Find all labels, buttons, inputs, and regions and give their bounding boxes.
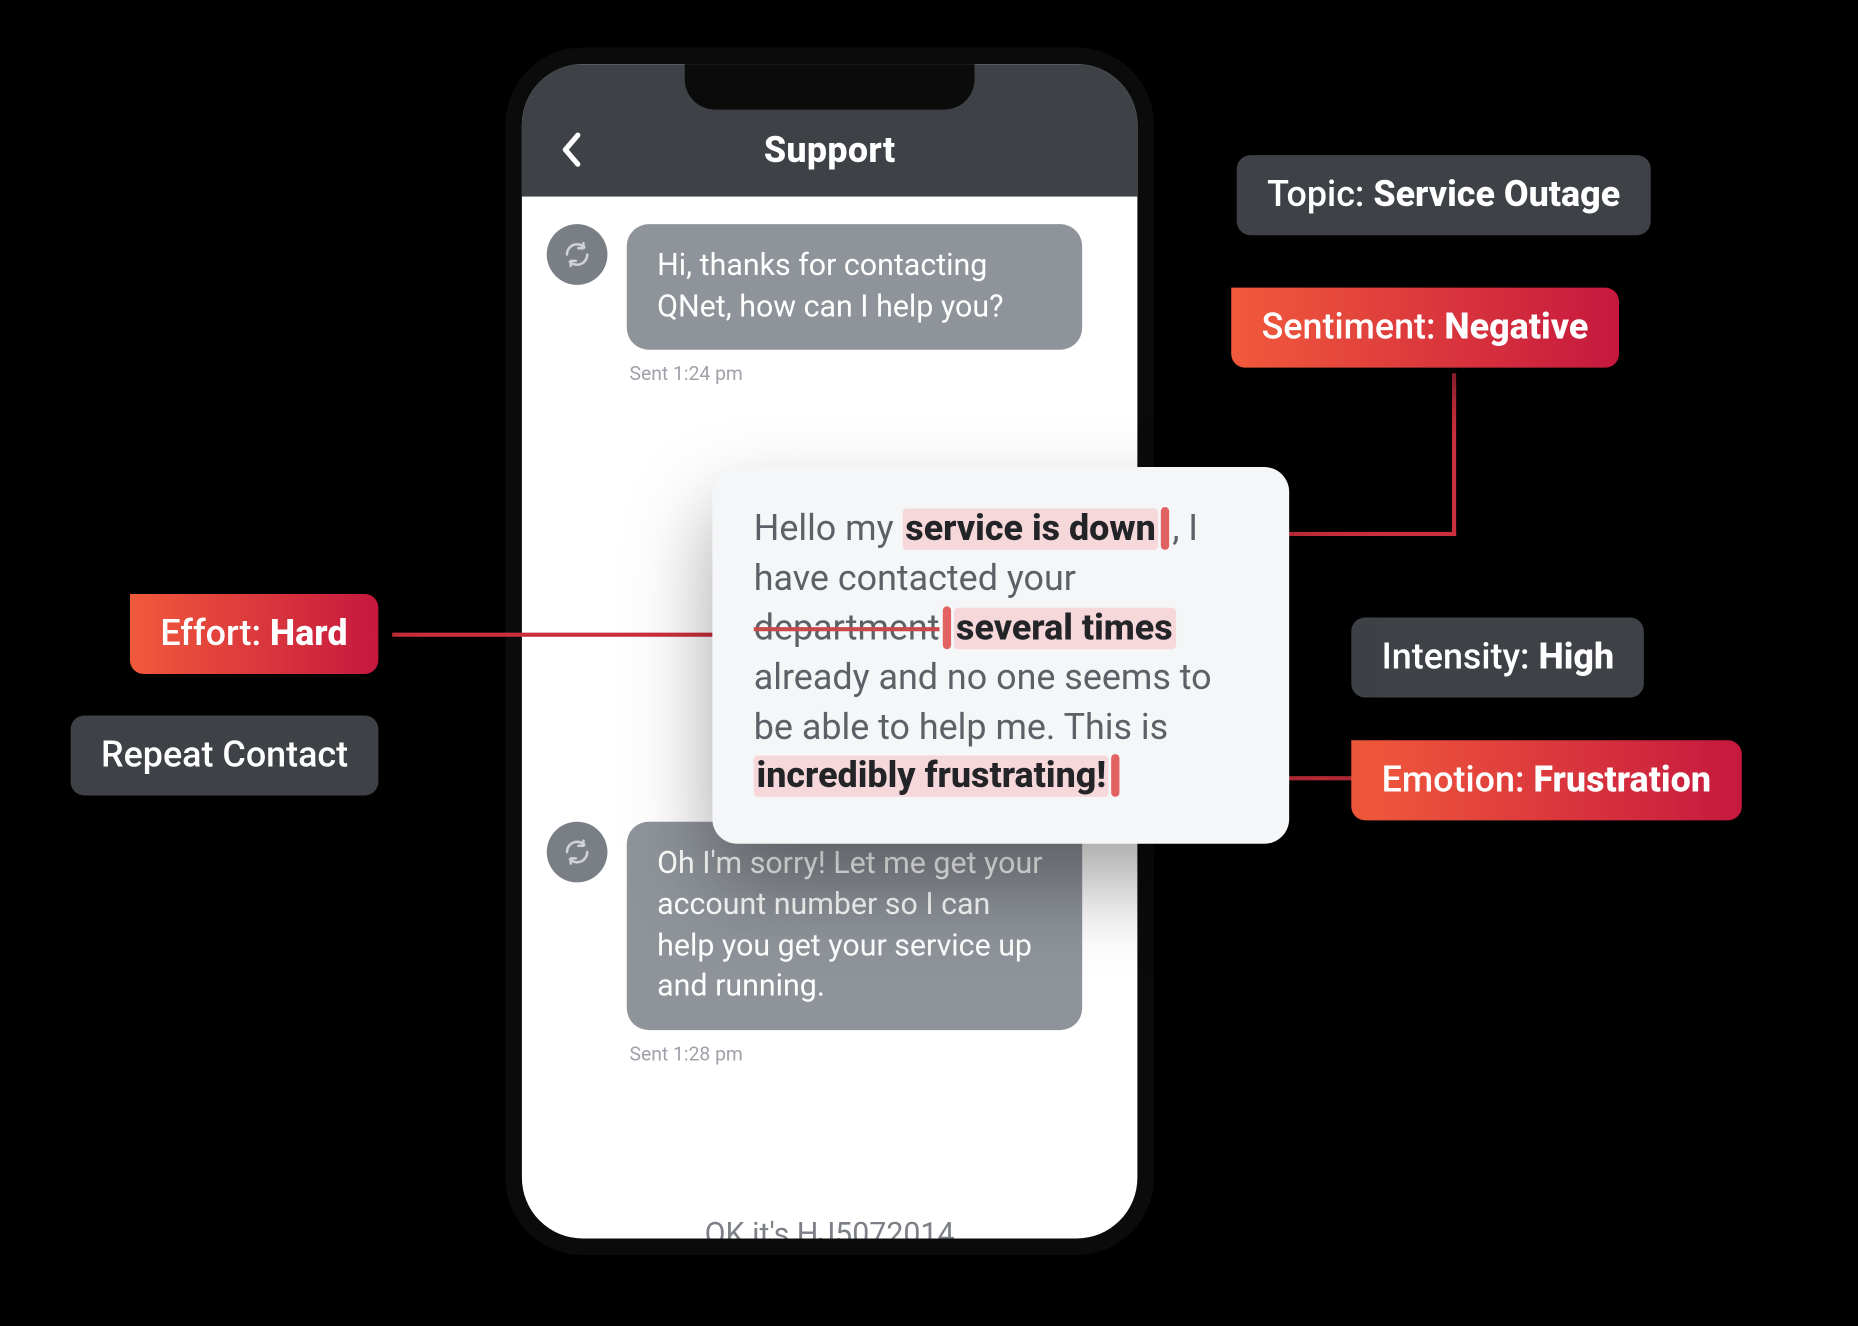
tag-label: Emotion: bbox=[1382, 760, 1534, 801]
tag-value: Negative bbox=[1444, 307, 1588, 348]
timestamp-agent-1: Sent 1:24 pm bbox=[630, 364, 1113, 386]
customer-message-callout: Hello my service is down, I have contact… bbox=[712, 467, 1289, 844]
highlight-end-cap bbox=[1161, 507, 1169, 550]
highlight-several-times: several times bbox=[953, 607, 1175, 648]
tag-emotion: Emotion: Frustration bbox=[1351, 740, 1741, 820]
highlight-end-cap bbox=[1112, 754, 1120, 797]
diagram-stage: Support Hi, thanks for contacting QNet, … bbox=[0, 0, 1858, 1326]
message-row-agent-1: Hi, thanks for contacting QNet, how can … bbox=[547, 224, 1113, 350]
refresh-icon bbox=[562, 239, 592, 269]
tag-label: Topic: bbox=[1267, 174, 1373, 215]
partial-user-message: OK it's HJ5072014 bbox=[522, 1218, 1137, 1239]
agent-avatar bbox=[547, 224, 608, 285]
highlight-start-cap bbox=[942, 606, 950, 649]
tag-label: Sentiment: bbox=[1262, 307, 1445, 348]
tag-intensity: Intensity: High bbox=[1351, 617, 1644, 697]
agent-message-1: Hi, thanks for contacting QNet, how can … bbox=[627, 224, 1082, 350]
struck-word: department bbox=[754, 607, 940, 648]
agent-message-2: Oh I'm sorry! Let me get your account nu… bbox=[627, 822, 1082, 1030]
tag-value: Frustration bbox=[1533, 760, 1711, 801]
tag-label: Repeat Contact bbox=[101, 735, 348, 776]
highlight-frustrating: incredibly frustrating! bbox=[754, 756, 1109, 797]
tag-effort: Effort: Hard bbox=[130, 594, 378, 674]
callout-text: already and no one seems to be able to h… bbox=[754, 657, 1212, 748]
highlight-service-down: service is down bbox=[903, 508, 1159, 549]
tag-topic: Topic: Service Outage bbox=[1237, 155, 1651, 235]
composition: Support Hi, thanks for contacting QNet, … bbox=[36, 1, 1822, 1326]
tag-value: High bbox=[1538, 637, 1614, 678]
tag-repeat-contact: Repeat Contact bbox=[71, 715, 379, 795]
tag-value: Hard bbox=[270, 613, 348, 654]
tag-label: Effort: bbox=[160, 613, 270, 654]
tag-label: Intensity: bbox=[1382, 637, 1539, 678]
timestamp-agent-2: Sent 1:28 pm bbox=[630, 1044, 1113, 1066]
tag-sentiment: Sentiment: Negative bbox=[1231, 288, 1618, 368]
phone-notch bbox=[685, 64, 975, 110]
message-row-agent-2: Oh I'm sorry! Let me get your account nu… bbox=[547, 822, 1113, 1030]
header-title: Support bbox=[522, 130, 1137, 171]
refresh-icon bbox=[562, 837, 592, 867]
agent-avatar bbox=[547, 822, 608, 883]
tag-value: Service Outage bbox=[1373, 174, 1620, 215]
callout-text: Hello my bbox=[754, 508, 903, 549]
